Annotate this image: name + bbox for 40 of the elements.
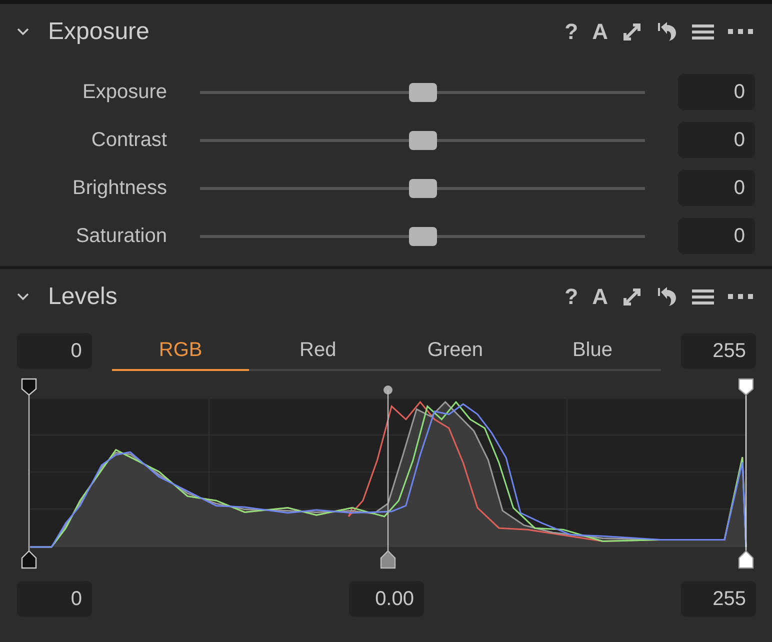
panel-title: Levels bbox=[48, 283, 118, 311]
value-field[interactable]: 0 bbox=[678, 170, 755, 206]
slider-thumb[interactable] bbox=[408, 130, 436, 150]
value-field[interactable]: 0 bbox=[678, 74, 755, 110]
panel-title: Exposure bbox=[48, 18, 150, 46]
channel-tab[interactable]: Blue bbox=[524, 331, 662, 371]
input-field[interactable]: 0 bbox=[17, 333, 92, 369]
slider-label: Contrast bbox=[90, 128, 167, 152]
slider-thumb[interactable] bbox=[408, 178, 436, 198]
highlights-handle[interactable] bbox=[738, 378, 754, 569]
shadows-handle[interactable] bbox=[21, 378, 37, 569]
expand-arrows-icon[interactable] bbox=[622, 287, 642, 307]
menu-icon[interactable] bbox=[692, 289, 714, 305]
value-field[interactable]: 0 bbox=[678, 122, 755, 158]
slider-thumb[interactable] bbox=[408, 226, 436, 246]
tool-button[interactable]: A bbox=[592, 19, 608, 45]
tool-button[interactable]: ? bbox=[564, 19, 578, 45]
reset-icon[interactable] bbox=[656, 21, 678, 43]
slider-label: Saturation bbox=[74, 224, 167, 248]
slider-thumb[interactable] bbox=[408, 82, 436, 102]
slider-label: Exposure bbox=[82, 80, 167, 104]
input-field[interactable]: 255 bbox=[681, 333, 756, 369]
channel-tab[interactable]: RGB bbox=[112, 331, 250, 371]
value-field[interactable]: 0 bbox=[678, 218, 755, 254]
reset-icon[interactable] bbox=[656, 286, 678, 308]
chevron-icon[interactable] bbox=[16, 27, 30, 37]
output-field[interactable]: 255 bbox=[681, 581, 756, 617]
slider-label: Brightness bbox=[72, 176, 167, 200]
expand-arrows-icon[interactable] bbox=[622, 22, 642, 42]
midpoint-field[interactable]: 0.00 bbox=[349, 581, 424, 617]
menu-icon[interactable] bbox=[692, 24, 714, 40]
output-field[interactable]: 0 bbox=[17, 581, 92, 617]
more-icon[interactable] bbox=[728, 294, 754, 300]
chevron-icon[interactable] bbox=[16, 292, 30, 302]
channel-tab[interactable]: Red bbox=[249, 331, 387, 371]
midpoint-handle[interactable] bbox=[380, 386, 396, 569]
channel-tab[interactable]: Green bbox=[386, 331, 524, 371]
tool-button[interactable]: A bbox=[592, 284, 608, 310]
more-icon[interactable] bbox=[728, 29, 754, 35]
tool-button[interactable]: ? bbox=[564, 284, 578, 310]
